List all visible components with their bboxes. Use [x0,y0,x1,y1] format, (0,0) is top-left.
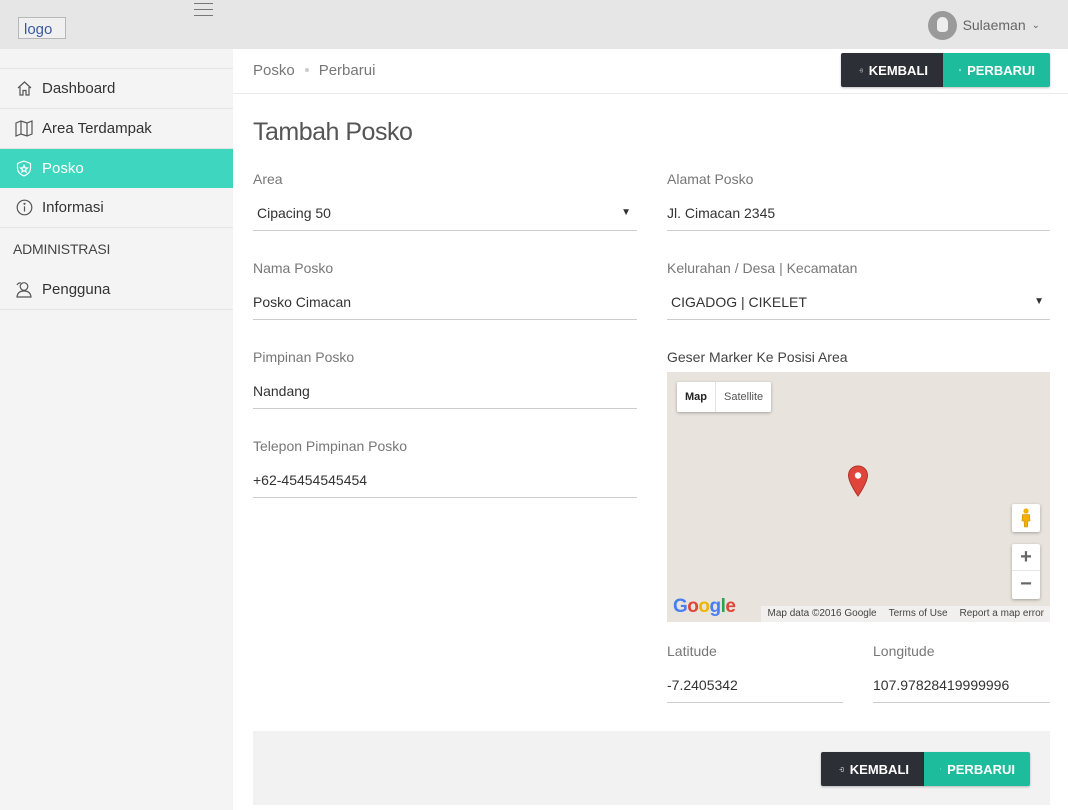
sidebar-divider [0,49,233,69]
map-label: Geser Marker Ke Posisi Area [667,349,848,365]
menu-toggle-icon[interactable] [194,3,213,17]
user-menu[interactable]: Sulaeman ⌄ [927,10,1040,40]
sidebar-item-posko[interactable]: Posko [0,149,233,188]
breadcrumb: Posko Perbarui [253,62,375,79]
info-icon [15,199,33,217]
update-button[interactable]: PERBARUI [924,752,1030,786]
users-icon [15,281,33,299]
update-button[interactable]: PERBARUI [943,53,1050,87]
user-name: Sulaeman [962,17,1026,33]
alamat-field: Alamat Posko Jl. Cimacan 2345 [667,171,1050,231]
main-content: Posko Perbarui KEMBALI PERBARUI Tambah Po… [233,49,1068,810]
sign-in-icon [859,68,863,72]
kelurahan-field: Kelurahan / Desa | Kecamatan CIGADOG | C… [667,260,1050,320]
sidebar-item-label: Dashboard [42,80,116,97]
logo-alt-text: logo [24,21,53,38]
latitude-label: Latitude [667,643,717,659]
map-icon [15,120,33,138]
nama-posko-input[interactable]: Posko Cimacan [253,286,637,320]
footer-button-group: KEMBALI PERBARUI [821,752,1030,786]
nama-posko-field: Nama Posko Posko Cimacan [253,260,637,320]
breadcrumb-item-posko[interactable]: Posko [253,62,295,79]
map-type-satellite-button[interactable]: Satellite [716,382,771,412]
kelurahan-select[interactable]: CIGADOG | CIKELET ▼ [667,286,1050,320]
longitude-input[interactable]: 107.97828419999996 [873,669,1050,703]
breadcrumb-bar: Posko Perbarui KEMBALI PERBARUI [233,49,1068,94]
back-button-label: KEMBALI [849,761,909,777]
shield-icon [15,160,33,178]
update-button-label: PERBARUI [947,761,1015,777]
longitude-field: Longitude 107.97828419999996 [873,643,1050,703]
caret-down-icon: ▼ [621,207,631,218]
telepon-field: Telepon Pimpinan Posko +62-45454545454 [253,438,637,498]
kelurahan-label: Kelurahan / Desa | Kecamatan [667,260,858,276]
sidebar-section-heading: ADMINISTRASI [13,241,111,257]
update-button-label: PERBARUI [967,62,1035,78]
pimpinan-posko-input[interactable]: Nandang [253,375,637,409]
sidebar-item-pengguna[interactable]: Pengguna [0,270,233,310]
alamat-input[interactable]: Jl. Cimacan 2345 [667,197,1050,231]
sidebar: Dashboard Area Terdampak Posko Informasi… [0,49,233,810]
sign-in-icon [839,766,844,772]
page-title: Tambah Posko [253,118,413,146]
sidebar-item-informasi[interactable]: Informasi [0,188,233,228]
sidebar-item-label: Informasi [42,199,104,216]
report-map-error-link[interactable]: Report a map error [954,606,1050,622]
top-bar: logo Sulaeman ⌄ [0,0,1068,49]
caret-down-icon: ▼ [1034,296,1044,307]
terms-of-use-link[interactable]: Terms of Use [883,606,954,622]
chevron-down-icon: ⌄ [1031,19,1040,31]
breadcrumb-separator [304,68,309,72]
street-view-pegman-icon[interactable] [1012,504,1040,532]
zoom-control: + − [1012,544,1040,599]
map-type-map-button[interactable]: Map [677,382,716,412]
sidebar-item-dashboard[interactable]: Dashboard [0,69,233,109]
area-value: Cipacing 50 [257,205,331,221]
alamat-label: Alamat Posko [667,171,754,187]
sidebar-item-label: Pengguna [42,281,111,298]
area-field: Area Cipacing 50 ▼ [253,171,637,231]
map-attribution: Map data ©2016 Google Terms of Use Repor… [761,606,1050,622]
zoom-out-button[interactable]: − [1012,571,1040,598]
home-icon [15,80,33,98]
kelurahan-value: CIGADOG | CIKELET [671,294,807,310]
back-button[interactable]: KEMBALI [821,752,924,786]
map[interactable]: Map Satellite + − Google Map data ©2016 … [667,372,1050,622]
nama-posko-label: Nama Posko [253,260,334,276]
area-label: Area [253,171,283,187]
back-button[interactable]: KEMBALI [841,53,943,87]
map-marker-icon[interactable] [847,465,869,502]
longitude-label: Longitude [873,643,935,659]
save-icon [959,69,962,71]
telepon-label: Telepon Pimpinan Posko [253,438,408,454]
save-icon [940,768,942,770]
map-type-control: Map Satellite [677,382,772,412]
area-select[interactable]: Cipacing 50 ▼ [253,197,637,231]
header-button-group: KEMBALI PERBARUI [841,53,1050,87]
pimpinan-posko-label: Pimpinan Posko [253,349,355,365]
back-button-label: KEMBALI [868,62,928,78]
google-logo: Google [673,596,736,617]
map-data-text: Map data ©2016 Google [767,608,877,619]
sidebar-item-label: Area Terdampak [42,120,152,137]
zoom-in-button[interactable]: + [1012,544,1040,571]
latitude-input[interactable]: -7.2405342 [667,669,843,703]
telepon-input[interactable]: +62-45454545454 [253,464,637,498]
latitude-field: Latitude -7.2405342 [667,643,843,703]
avatar [927,10,957,40]
logo[interactable]: logo [18,17,66,39]
form-footer: KEMBALI PERBARUI [253,731,1050,805]
breadcrumb-item-perbarui: Perbarui [318,62,376,79]
sidebar-item-area-terdampak[interactable]: Area Terdampak [0,109,233,149]
sidebar-item-label: Posko [42,160,84,177]
pimpinan-posko-field: Pimpinan Posko Nandang [253,349,637,409]
